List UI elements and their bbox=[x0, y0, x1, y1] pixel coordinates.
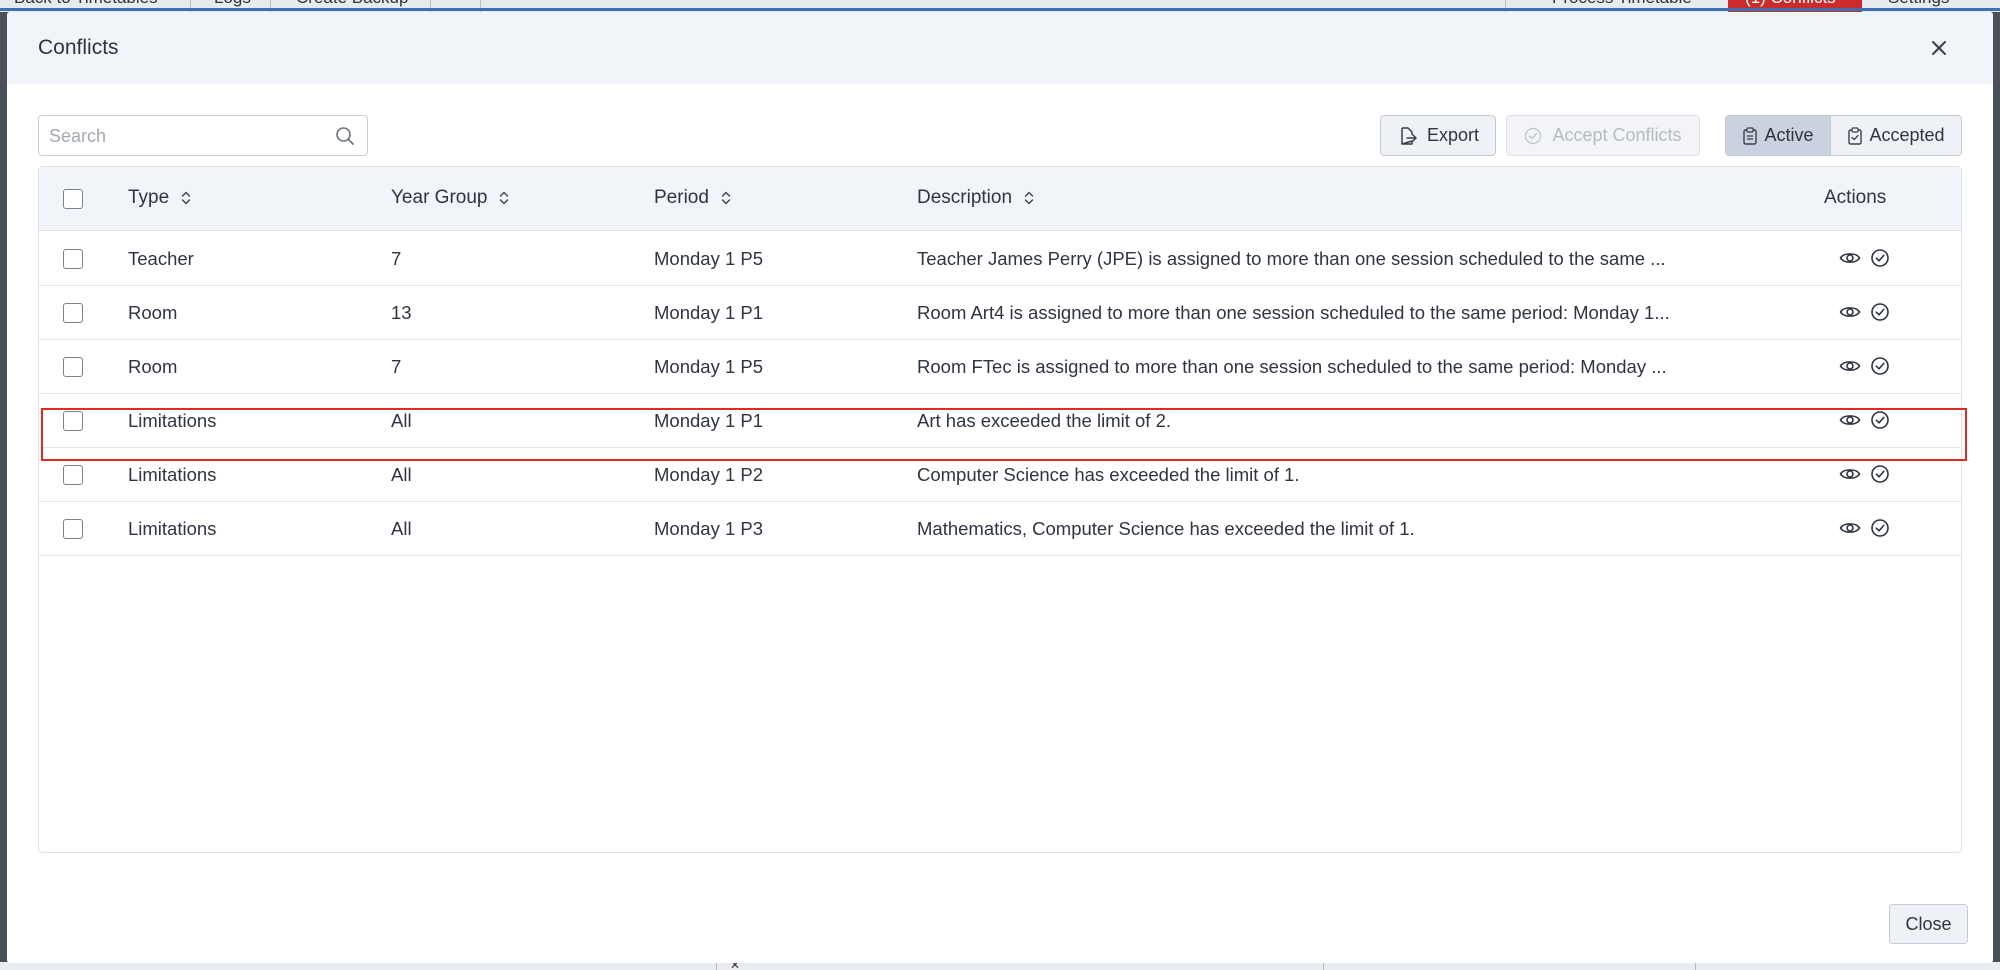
sort-icon bbox=[1024, 191, 1034, 205]
conflicts-table: Type Year Group Period Description Actio… bbox=[38, 166, 1962, 853]
accept-conflicts-button[interactable]: Accept Conflicts bbox=[1506, 115, 1700, 156]
column-label-year-group: Year Group bbox=[391, 187, 488, 208]
search-input[interactable] bbox=[49, 124, 329, 148]
cell-year-group: All bbox=[391, 464, 412, 485]
table-row: Room 7 Monday 1 P5 Room FTec is assigned… bbox=[39, 340, 1961, 394]
accepted-label: Accepted bbox=[1869, 125, 1945, 145]
table-row: Limitations All Monday 1 P1 Art has exce… bbox=[39, 394, 1961, 448]
check-circle-icon bbox=[1525, 127, 1542, 144]
search-icon bbox=[335, 126, 355, 146]
cell-description: Room FTec is assigned to more than one s… bbox=[917, 356, 1667, 377]
column-label-period: Period bbox=[654, 187, 709, 208]
cell-year-group: 7 bbox=[391, 248, 402, 269]
sort-icon bbox=[182, 191, 191, 205]
cell-type: Room bbox=[128, 356, 178, 377]
cell-year-group: 13 bbox=[391, 302, 412, 323]
cell-type: Limitations bbox=[128, 518, 217, 539]
clipboard-icon bbox=[1742, 126, 1757, 145]
bg-create-backup: Create Backup bbox=[296, 0, 408, 8]
row-checkbox[interactable] bbox=[63, 465, 83, 485]
search-field[interactable] bbox=[38, 115, 368, 156]
clipboard-check-icon bbox=[1847, 126, 1862, 145]
conflicts-modal: Conflicts Export Accept Conflicts Active… bbox=[7, 12, 1993, 963]
eye-icon[interactable] bbox=[1839, 465, 1861, 483]
cell-year-group: All bbox=[391, 518, 412, 539]
export-label: Export bbox=[1426, 125, 1480, 145]
cell-type: Room bbox=[128, 302, 178, 323]
row-checkbox[interactable] bbox=[63, 357, 83, 377]
bg-logs: Logs bbox=[214, 0, 251, 8]
table-header: Type Year Group Period Description Actio… bbox=[39, 167, 1961, 231]
eye-icon[interactable] bbox=[1839, 357, 1861, 375]
sort-icon bbox=[500, 191, 509, 205]
column-header-year-group[interactable]: Year Group bbox=[391, 187, 509, 209]
cell-description: Teacher James Perry (JPE) is assigned to… bbox=[917, 248, 1666, 269]
row-checkbox[interactable] bbox=[63, 303, 83, 323]
bg-process-timetable: Process Timetable bbox=[1552, 0, 1692, 8]
active-toggle-button[interactable]: Active bbox=[1726, 116, 1831, 155]
column-header-period[interactable]: Period bbox=[654, 187, 731, 209]
eye-icon[interactable] bbox=[1839, 519, 1861, 537]
cell-year-group: 7 bbox=[391, 356, 402, 377]
eye-icon[interactable] bbox=[1839, 249, 1861, 267]
background-footer: ✕ bbox=[0, 958, 2000, 970]
column-label-type: Type bbox=[128, 187, 170, 208]
table-row: Limitations All Monday 1 P2 Computer Sci… bbox=[39, 448, 1961, 502]
cell-description: Mathematics, Computer Science has exceed… bbox=[917, 518, 1415, 539]
accepted-toggle-button[interactable]: Accepted bbox=[1830, 116, 1961, 155]
check-circle-icon[interactable] bbox=[1870, 302, 1890, 322]
file-export-icon bbox=[1401, 126, 1417, 145]
cell-type: Teacher bbox=[128, 248, 194, 269]
check-circle-icon[interactable] bbox=[1870, 248, 1890, 268]
cell-description: Room Art4 is assigned to more than one s… bbox=[917, 302, 1670, 323]
active-label: Active bbox=[1764, 125, 1814, 145]
sort-icon bbox=[721, 191, 731, 205]
check-circle-icon[interactable] bbox=[1870, 464, 1890, 484]
bg-conflicts-label: (1) Conflicts bbox=[1745, 0, 1836, 8]
eye-icon[interactable] bbox=[1839, 303, 1861, 321]
status-toggle: Active Accepted bbox=[1725, 115, 1962, 156]
check-circle-icon[interactable] bbox=[1870, 518, 1890, 538]
check-circle-icon[interactable] bbox=[1870, 410, 1890, 430]
modal-header: Conflicts bbox=[7, 12, 1993, 84]
table-row: Room 13 Monday 1 P1 Room Art4 is assigne… bbox=[39, 286, 1961, 340]
column-label-actions: Actions bbox=[1824, 187, 1887, 208]
cell-type: Limitations bbox=[128, 464, 217, 485]
cell-description: Art has exceeded the limit of 2. bbox=[917, 410, 1171, 431]
eye-icon[interactable] bbox=[1839, 411, 1861, 429]
close-button[interactable]: Close bbox=[1889, 904, 1968, 944]
accept-conflicts-label: Accept Conflicts bbox=[1552, 125, 1682, 145]
close-label: Close bbox=[1905, 913, 1952, 934]
bg-divider bbox=[716, 962, 717, 970]
cell-period: Monday 1 P2 bbox=[654, 464, 764, 485]
bg-settings: Settings bbox=[1888, 0, 1949, 8]
row-checkbox[interactable] bbox=[63, 519, 83, 539]
cell-year-group: All bbox=[391, 410, 412, 431]
column-header-actions: Actions bbox=[1824, 187, 1886, 209]
cell-description: Computer Science has exceeded the limit … bbox=[917, 464, 1300, 485]
check-circle-icon[interactable] bbox=[1870, 356, 1890, 376]
cell-period: Monday 1 P1 bbox=[654, 410, 764, 431]
close-icon[interactable] bbox=[1925, 34, 1953, 62]
cell-type: Limitations bbox=[128, 410, 217, 431]
bg-divider bbox=[1323, 962, 1324, 970]
cell-period: Monday 1 P5 bbox=[654, 356, 764, 377]
table-row: Teacher 7 Monday 1 P5 Teacher James Perr… bbox=[39, 232, 1961, 286]
bg-accent-line bbox=[0, 8, 2000, 11]
modal-title: Conflicts bbox=[38, 36, 119, 59]
cell-period: Monday 1 P3 bbox=[654, 518, 764, 539]
column-header-description[interactable]: Description bbox=[917, 187, 1034, 209]
row-checkbox[interactable] bbox=[63, 411, 83, 431]
bg-divider bbox=[1695, 962, 1696, 970]
export-button[interactable]: Export bbox=[1380, 115, 1496, 156]
cell-period: Monday 1 P1 bbox=[654, 302, 764, 323]
column-header-type[interactable]: Type bbox=[128, 187, 191, 209]
column-label-description: Description bbox=[917, 187, 1013, 208]
bg-back-to-timetables: Back to Timetables bbox=[14, 0, 158, 8]
table-row: Limitations All Monday 1 P3 Mathematics,… bbox=[39, 502, 1961, 556]
select-all-checkbox[interactable] bbox=[63, 189, 83, 209]
row-checkbox[interactable] bbox=[63, 249, 83, 269]
cell-period: Monday 1 P5 bbox=[654, 248, 764, 269]
